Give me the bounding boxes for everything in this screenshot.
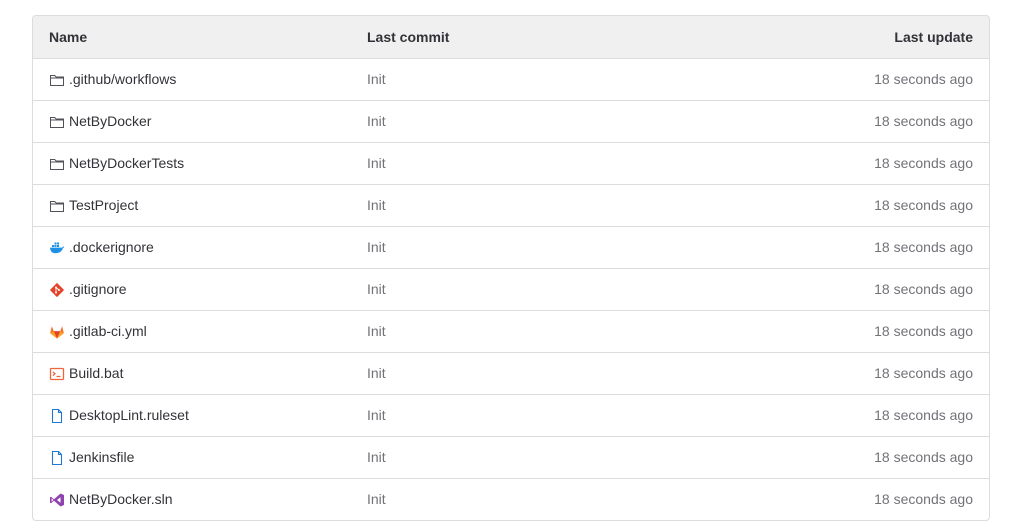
file-name-link[interactable]: .github/workflows: [69, 59, 176, 100]
table-row[interactable]: NetByDocker Init 18 seconds ago: [33, 100, 989, 142]
commit-message-link[interactable]: Init: [367, 437, 386, 478]
file-name-link[interactable]: Build.bat: [69, 353, 123, 394]
file-name-link[interactable]: NetByDocker.sln: [69, 479, 172, 520]
table-header: Name Last commit Last update: [33, 16, 989, 58]
last-update-time: 18 seconds ago: [874, 407, 973, 423]
file-name-link[interactable]: NetByDockerTests: [69, 143, 184, 184]
folder-icon: [49, 198, 65, 214]
table-row[interactable]: .github/workflows Init 18 seconds ago: [33, 58, 989, 100]
terminal-icon: [49, 366, 65, 382]
file-name-link[interactable]: TestProject: [69, 185, 138, 226]
last-update-time: 18 seconds ago: [874, 71, 973, 87]
folder-icon: [49, 156, 65, 172]
file-name-link[interactable]: NetByDocker: [69, 101, 151, 142]
folder-icon: [49, 114, 65, 130]
commit-message-link[interactable]: Init: [367, 395, 386, 436]
git-icon: [49, 282, 65, 298]
file-icon: [49, 450, 65, 466]
table-row[interactable]: .gitignore Init 18 seconds ago: [33, 268, 989, 310]
last-update-time: 18 seconds ago: [874, 155, 973, 171]
table-row[interactable]: DesktopLint.ruleset Init 18 seconds ago: [33, 394, 989, 436]
commit-message-link[interactable]: Init: [367, 479, 386, 520]
last-update-time: 18 seconds ago: [874, 281, 973, 297]
table-row[interactable]: Build.bat Init 18 seconds ago: [33, 352, 989, 394]
table-row[interactable]: .dockerignore Init 18 seconds ago: [33, 226, 989, 268]
commit-message-link[interactable]: Init: [367, 59, 386, 100]
last-update-time: 18 seconds ago: [874, 197, 973, 213]
folder-icon: [49, 72, 65, 88]
commit-message-link[interactable]: Init: [367, 143, 386, 184]
last-update-time: 18 seconds ago: [874, 365, 973, 381]
last-update-time: 18 seconds ago: [874, 449, 973, 465]
file-name-link[interactable]: .gitignore: [69, 269, 127, 310]
file-name-link[interactable]: .gitlab-ci.yml: [69, 311, 147, 352]
file-name-link[interactable]: Jenkinsfile: [69, 437, 134, 478]
header-last-update: Last update: [894, 29, 973, 45]
visual-studio-icon: [49, 492, 65, 508]
file-name-link[interactable]: DesktopLint.ruleset: [69, 395, 189, 436]
last-update-time: 18 seconds ago: [874, 491, 973, 507]
commit-message-link[interactable]: Init: [367, 311, 386, 352]
file-tree-table: Name Last commit Last update .github/wor…: [32, 15, 990, 521]
last-update-time: 18 seconds ago: [874, 323, 973, 339]
commit-message-link[interactable]: Init: [367, 101, 386, 142]
file-icon: [49, 408, 65, 424]
docker-icon: [49, 240, 65, 256]
gitlab-icon: [49, 324, 65, 340]
commit-message-link[interactable]: Init: [367, 353, 386, 394]
table-row[interactable]: NetByDocker.sln Init 18 seconds ago: [33, 478, 989, 520]
last-update-time: 18 seconds ago: [874, 239, 973, 255]
header-last-commit: Last commit: [367, 29, 450, 45]
table-row[interactable]: TestProject Init 18 seconds ago: [33, 184, 989, 226]
header-name: Name: [49, 29, 88, 45]
file-name-link[interactable]: .dockerignore: [69, 227, 154, 268]
table-row[interactable]: .gitlab-ci.yml Init 18 seconds ago: [33, 310, 989, 352]
table-row[interactable]: NetByDockerTests Init 18 seconds ago: [33, 142, 989, 184]
commit-message-link[interactable]: Init: [367, 269, 386, 310]
commit-message-link[interactable]: Init: [367, 227, 386, 268]
last-update-time: 18 seconds ago: [874, 113, 973, 129]
commit-message-link[interactable]: Init: [367, 185, 386, 226]
table-row[interactable]: Jenkinsfile Init 18 seconds ago: [33, 436, 989, 478]
